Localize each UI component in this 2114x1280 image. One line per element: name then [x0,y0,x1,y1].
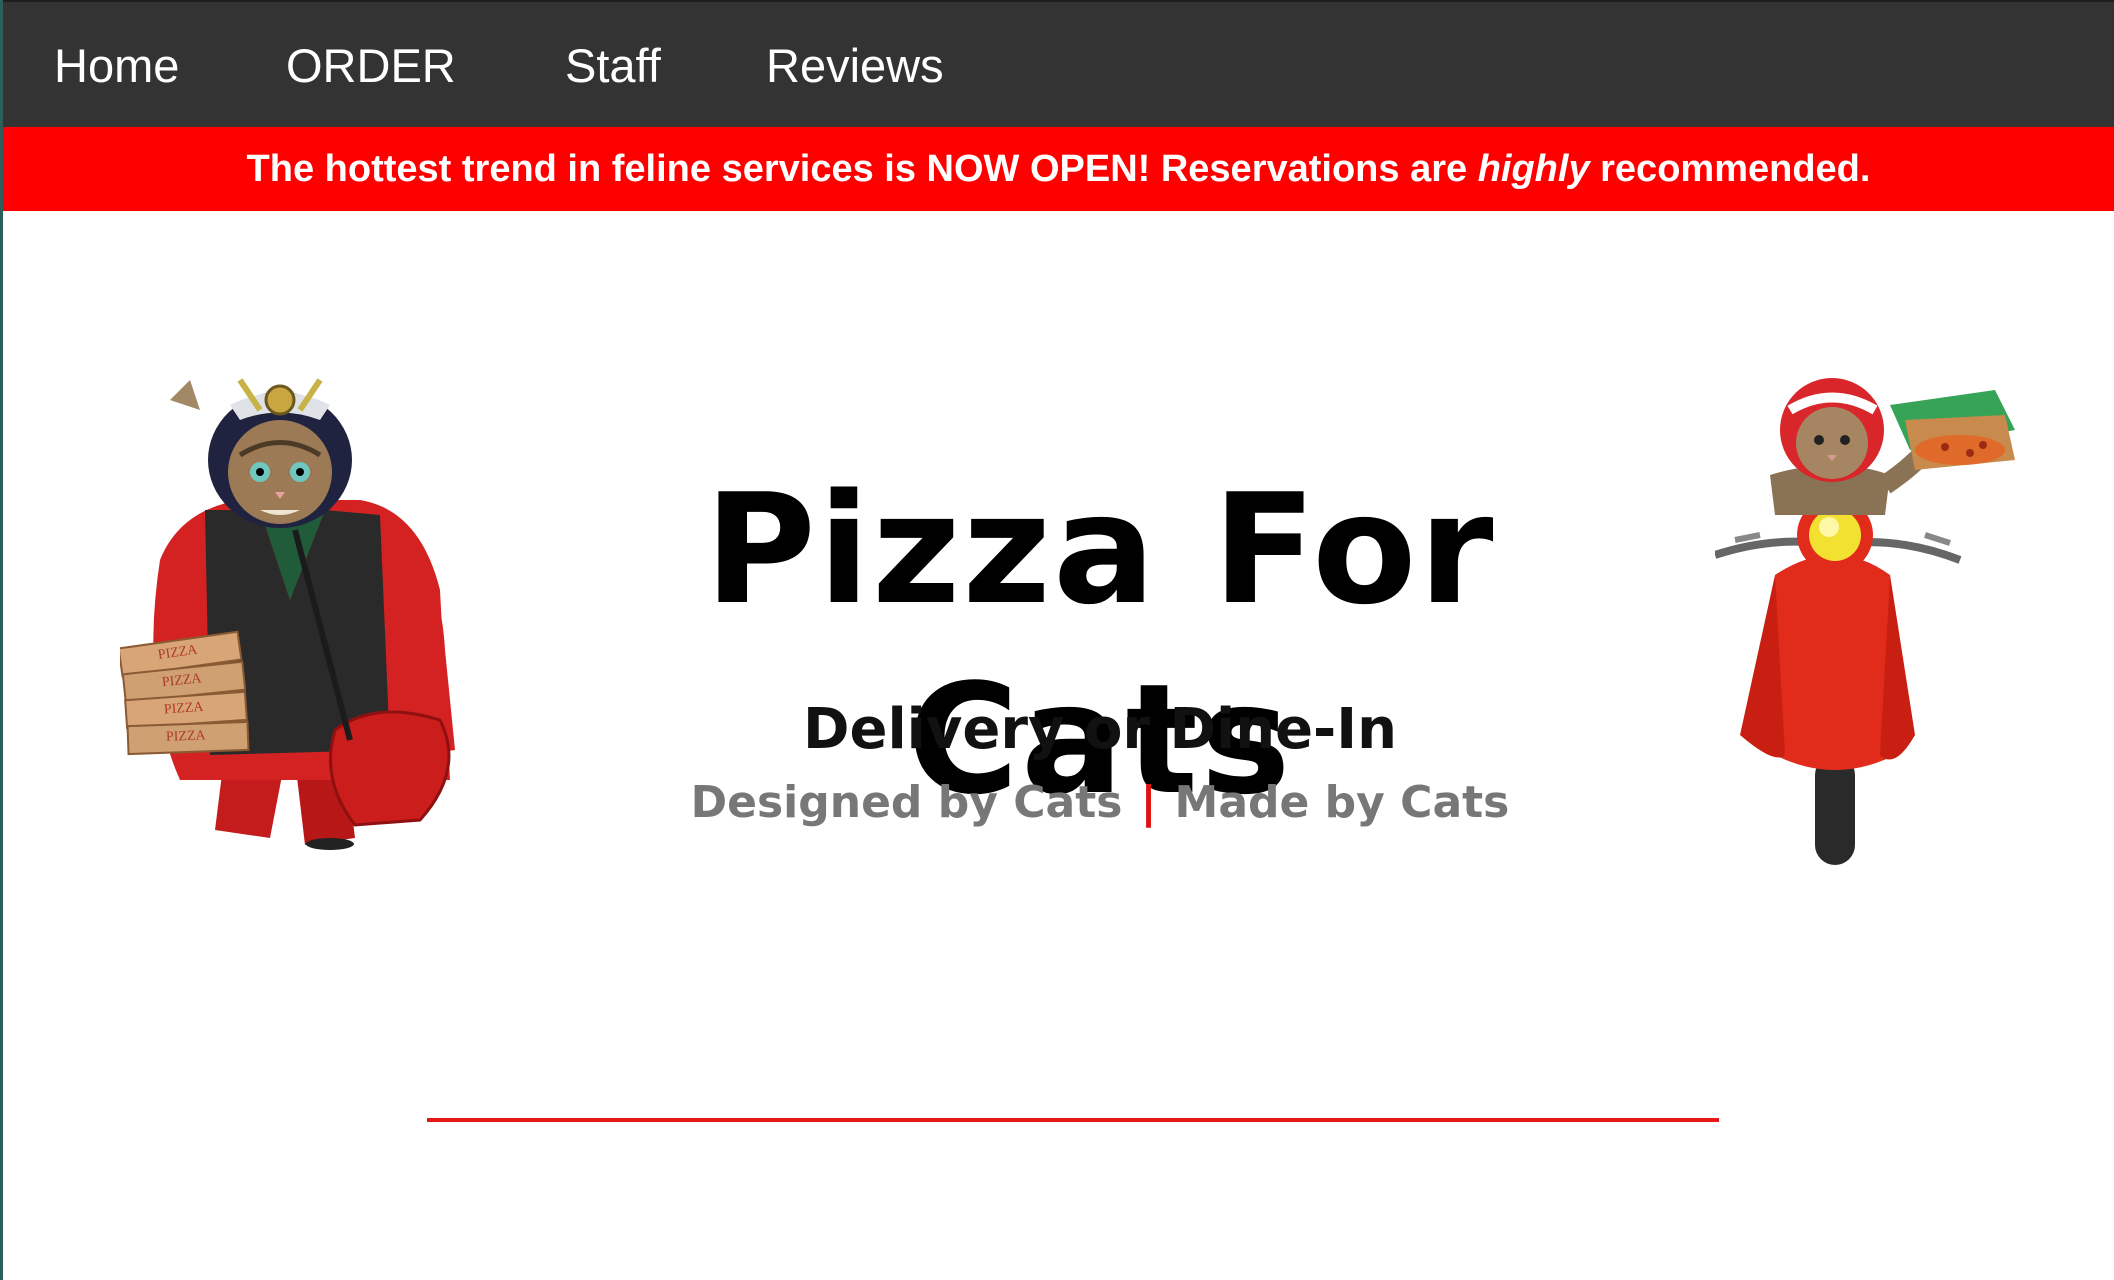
tagline-designed: Designed by Cats [690,777,1123,828]
scooter-cat-image [1715,378,2015,865]
banner-emphasis: highly [1477,147,1590,190]
site-tagline: Designed by Cats | Made by Cats [620,772,1580,834]
top-navbar: Home ORDER Staff Reviews [3,0,2114,127]
banner-text-after: recommended. [1589,147,1871,190]
svg-text:PIZZA: PIZZA [166,728,207,744]
nav-home-link[interactable]: Home [54,32,179,100]
delivery-cat-image: PIZZA PIZZA PIZZA PIZZA [120,378,455,850]
tagline-divider: | [1140,777,1157,828]
banner-text-before: The hottest trend in feline services is … [246,147,1478,190]
section-divider [427,1118,1719,1122]
pizza-boxes: PIZZA PIZZA PIZZA PIZZA [120,630,250,756]
nav-reviews-link[interactable]: Reviews [766,32,944,100]
nav-order-link[interactable]: ORDER [286,32,456,100]
announcement-banner: The hottest trend in feline services is … [3,127,2114,211]
site-subtitle: Delivery or Dine-In [802,697,1397,762]
svg-text:PIZZA: PIZZA [163,700,204,718]
page: Home ORDER Staff Reviews The hottest tre… [0,0,2114,1280]
nav-staff-link[interactable]: Staff [565,32,661,100]
tagline-made: Made by Cats [1174,777,1510,828]
